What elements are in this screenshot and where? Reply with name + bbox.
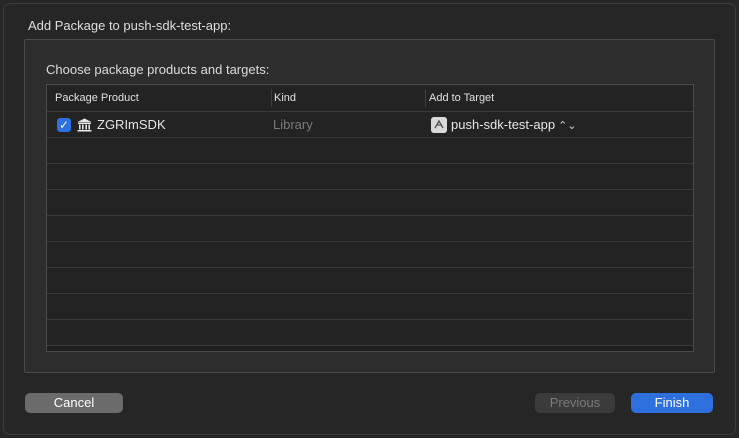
dialog-title: Add Package to push-sdk-test-app: — [28, 18, 232, 33]
empty-table-row — [47, 164, 693, 190]
cancel-button[interactable]: Cancel — [25, 393, 123, 413]
empty-table-row — [47, 268, 693, 294]
panel-subtitle: Choose package products and targets: — [46, 62, 270, 77]
include-product-checkbox[interactable]: ✓ — [57, 118, 71, 132]
target-popup-button[interactable]: push-sdk-test-app ⌃⌄ — [451, 112, 577, 137]
product-kind: Library — [273, 117, 313, 132]
package-icon — [77, 118, 92, 132]
table-row[interactable]: ✓ ZGRImSDK Library push-sdk-test-app ⌃⌄ — [47, 112, 693, 138]
table-header: Package Product Kind Add to Target — [47, 85, 693, 112]
chevron-updown-icon: ⌃⌄ — [558, 120, 577, 132]
finish-button[interactable]: Finish — [631, 393, 713, 413]
app-target-icon — [431, 117, 447, 133]
column-header-package-product[interactable]: Package Product — [55, 85, 139, 111]
previous-button[interactable]: Previous — [535, 393, 615, 413]
empty-table-row — [47, 242, 693, 268]
column-header-add-to-target[interactable]: Add to Target — [429, 85, 494, 111]
add-package-dialog: Add Package to push-sdk-test-app: Choose… — [4, 4, 735, 434]
empty-table-row — [47, 320, 693, 346]
empty-table-row — [47, 138, 693, 164]
column-separator[interactable] — [271, 89, 272, 107]
empty-table-row — [47, 190, 693, 216]
package-selection-panel: Choose package products and targets: Pac… — [24, 39, 715, 373]
empty-table-row — [47, 216, 693, 242]
empty-table-row — [47, 294, 693, 320]
product-name: ZGRImSDK — [97, 117, 166, 132]
package-products-table: Package Product Kind Add to Target ✓ ZGR — [46, 84, 694, 352]
column-separator[interactable] — [425, 89, 426, 107]
target-name: push-sdk-test-app — [451, 117, 556, 132]
column-header-kind[interactable]: Kind — [274, 85, 296, 111]
